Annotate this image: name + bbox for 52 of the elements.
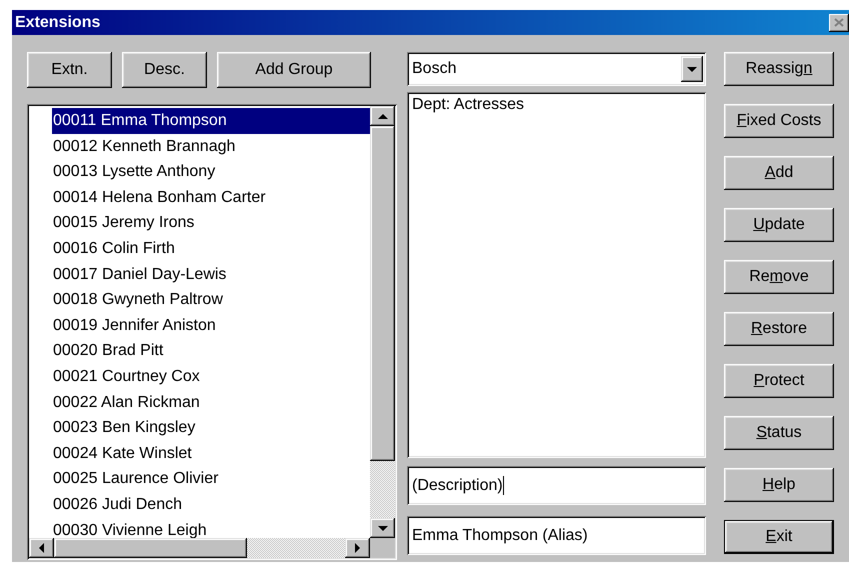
list-item[interactable]: 00030 Vivienne Leigh bbox=[52, 518, 370, 538]
list-item[interactable]: 00021 Courtney Cox bbox=[52, 364, 370, 390]
left-arrow-icon bbox=[38, 543, 45, 553]
list-item[interactable]: 00017 Daniel Day-Lewis bbox=[52, 262, 370, 288]
list-item[interactable]: 00015 Jeremy Irons bbox=[52, 210, 370, 236]
up-arrow-icon bbox=[378, 112, 388, 120]
scroll-right-button[interactable] bbox=[345, 538, 370, 558]
list-item[interactable]: 00025 Laurence Olivier bbox=[52, 466, 370, 492]
list-item[interactable]: 00011 Emma Thompson bbox=[52, 108, 370, 134]
dropdown-button[interactable] bbox=[681, 56, 703, 82]
action-button[interactable]: Status bbox=[724, 416, 834, 450]
action-button[interactable]: Reassign bbox=[724, 52, 834, 86]
description-field[interactable]: (Description) bbox=[407, 466, 706, 505]
close-icon bbox=[834, 18, 844, 27]
sort-button[interactable]: Desc. bbox=[122, 52, 207, 88]
down-arrow-icon bbox=[378, 524, 388, 532]
list-item[interactable]: 00019 Jennifer Aniston bbox=[52, 312, 370, 338]
action-button[interactable]: Remove bbox=[724, 260, 834, 294]
action-button[interactable]: Add bbox=[724, 156, 834, 190]
list-item[interactable]: 00014 Helena Bonham Carter bbox=[52, 184, 370, 210]
action-button[interactable]: Help bbox=[724, 468, 834, 502]
sort-button[interactable]: Add Group bbox=[217, 52, 371, 88]
group-dropdown[interactable]: Bosch bbox=[407, 52, 706, 86]
sort-button[interactable]: Extn. bbox=[27, 52, 112, 88]
list-item[interactable]: 00024 Kate Winslet bbox=[52, 440, 370, 466]
scrollbar-thumb[interactable] bbox=[370, 126, 395, 461]
list-item[interactable]: 00013 Lysette Anthony bbox=[52, 159, 370, 185]
list-item[interactable]: 00023 Ben Kingsley bbox=[52, 415, 370, 441]
action-button[interactable]: Protect bbox=[724, 364, 834, 398]
scroll-up-button[interactable] bbox=[370, 106, 395, 126]
down-arrow-icon bbox=[687, 66, 697, 72]
window-title: Extensions bbox=[15, 14, 100, 32]
right-arrow-icon bbox=[354, 543, 361, 553]
details-text: Dept: Actresses bbox=[412, 96, 524, 113]
scrollbar-thumb[interactable] bbox=[54, 538, 247, 558]
details-box[interactable]: Dept: Actresses bbox=[407, 92, 706, 458]
scroll-down-button[interactable] bbox=[370, 518, 395, 538]
alias-field[interactable]: Emma Thompson (Alias) bbox=[407, 516, 706, 555]
list-item[interactable]: 00012 Kenneth Brannagh bbox=[52, 134, 370, 160]
close-button[interactable] bbox=[829, 14, 849, 32]
dropdown-value: Bosch bbox=[412, 60, 456, 78]
action-button[interactable]: Fixed Costs bbox=[724, 104, 834, 138]
action-button[interactable]: Update bbox=[724, 208, 834, 242]
action-button[interactable]: Restore bbox=[724, 312, 834, 346]
list-item[interactable]: 00018 Gwyneth Paltrow bbox=[52, 287, 370, 313]
list-item[interactable]: 00020 Brad Pitt bbox=[52, 338, 370, 364]
scrollbar-corner bbox=[370, 538, 395, 558]
action-button[interactable]: Exit bbox=[724, 520, 834, 554]
list-item[interactable]: 00016 Colin Firth bbox=[52, 236, 370, 262]
list-item[interactable]: 00026 Judi Dench bbox=[52, 492, 370, 518]
scroll-left-button[interactable] bbox=[29, 538, 54, 558]
list-item[interactable]: 00022 Alan Rickman bbox=[52, 390, 370, 416]
